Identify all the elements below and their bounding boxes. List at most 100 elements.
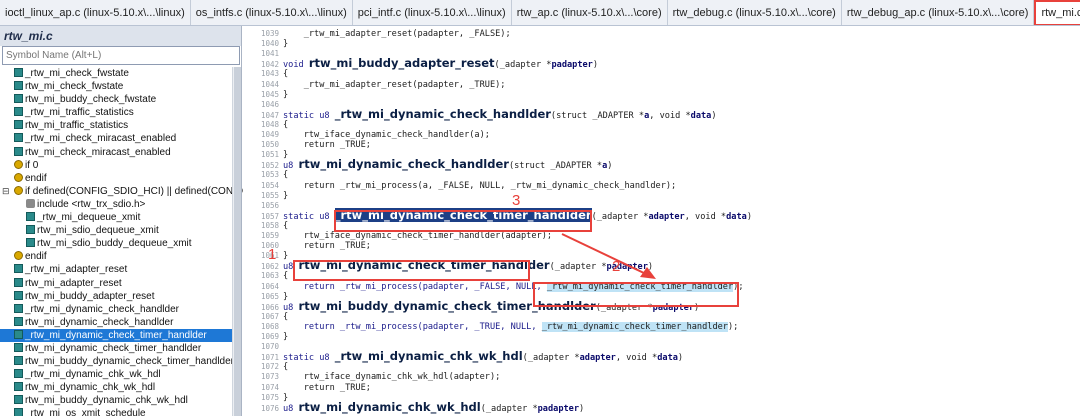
symbol-search-input[interactable] xyxy=(2,46,240,65)
code-params: , void * xyxy=(615,353,658,364)
function-name: _rtw_mi_dynamic_chk_wk_hdl xyxy=(334,349,523,364)
symbol-list-item[interactable]: rtw_mi_sdio_dequeue_xmit xyxy=(0,224,232,237)
symbol-list-item[interactable]: _rtw_mi_adapter_reset xyxy=(0,263,232,276)
code-prefix: u8 xyxy=(283,403,299,414)
symbol-label: rtw_mi_check_fwstate xyxy=(25,81,124,93)
symbol-list-item[interactable]: _rtw_mi_dynamic_check_handlder xyxy=(0,303,232,316)
symbol-label: endif xyxy=(25,172,47,184)
symbol-list-item[interactable]: _rtw_mi_check_miracast_enabled xyxy=(0,132,232,145)
symbol-label: _rtw_mi_check_fwstate xyxy=(25,68,129,79)
function-icon xyxy=(14,277,23,287)
annotation-box-1 xyxy=(293,260,530,281)
tab-0[interactable]: ioctl_linux_ap.c (linux-5.10.x\...\linux… xyxy=(0,0,191,25)
symbol-label: rtw_mi_traffic_statistics xyxy=(25,120,129,132)
param-name: data xyxy=(657,353,678,364)
tab-1[interactable]: os_intfs.c (linux-5.10.x\...\linux) xyxy=(190,0,353,25)
annotation-number-1: 1 xyxy=(268,246,277,263)
symbol-label: _rtw_mi_check_miracast_enabled xyxy=(25,133,177,145)
param-name: padapter xyxy=(551,60,593,71)
function-icon xyxy=(14,120,23,130)
symbol-list-item[interactable]: _rtw_mi_dynamic_chk_wk_hdl xyxy=(0,368,232,381)
tab-6[interactable]: rtw_mi.c (linux-5.10.x\...\core)× xyxy=(1034,0,1080,25)
tab-3[interactable]: rtw_ap.c (linux-5.10.x\...\core) xyxy=(511,0,668,25)
code-prefix: static u8 xyxy=(283,211,335,222)
highlighted-symbol: _rtw_mi_dynamic_check_timer_handlder xyxy=(541,321,728,332)
symbol-list-item[interactable]: _rtw_mi_dequeue_xmit xyxy=(0,211,232,224)
function-icon xyxy=(14,369,23,379)
symbol-list-item[interactable]: rtw_mi_buddy_dynamic_chk_wk_hdl xyxy=(0,394,232,407)
symbol-list-item[interactable]: rtw_mi_buddy_check_fwstate xyxy=(0,93,232,106)
symbol-list-item[interactable]: _rtw_mi_dynamic_check_timer_handlder xyxy=(0,328,232,342)
param-name: data xyxy=(726,211,747,222)
param-name: adapter xyxy=(579,353,616,364)
function-icon xyxy=(14,81,23,91)
code-prefix: return _rtw_mi_process(padapter, _FALSE,… xyxy=(283,281,547,292)
symbol-list-item[interactable]: _rtw_mi_check_fwstate xyxy=(0,67,232,80)
symbol-list-item[interactable]: rtw_mi_adapter_reset xyxy=(0,277,232,290)
symbol-label: rtw_mi_check_miracast_enabled xyxy=(25,146,171,158)
function-icon xyxy=(14,395,23,405)
code-params: (_adapter * xyxy=(522,353,580,364)
symbol-list-item[interactable]: if defined(CONFIG_SDIO_HCI) || defined(C… xyxy=(0,185,250,198)
code-suffix: ) xyxy=(711,110,717,121)
symbol-label: rtw_mi_dynamic_check_handlder xyxy=(25,316,174,328)
function-icon xyxy=(14,303,23,313)
symbol-list-item[interactable]: _rtw_mi_traffic_statistics xyxy=(0,106,232,119)
param-name: data xyxy=(690,110,712,121)
code-line: 1076 u8 rtw_mi_dynamic_chk_wk_hdl(_adapte… xyxy=(243,399,584,414)
code-text: } xyxy=(283,190,289,201)
function-icon xyxy=(14,94,23,104)
code-suffix: ) xyxy=(607,161,613,172)
code-prefix: return _rtw_mi_process(padapter, _TRUE, … xyxy=(283,321,542,332)
symbol-list-item[interactable]: rtw_mi_check_fwstate xyxy=(0,80,232,93)
symbol-list-item[interactable]: endif xyxy=(0,172,232,185)
line-number: 1076 xyxy=(260,403,279,413)
symbol-list-item[interactable]: if 0 xyxy=(0,159,232,172)
code-suffix: ) xyxy=(647,262,654,273)
symbol-label: endif xyxy=(25,251,47,263)
code-params: , void * xyxy=(649,110,691,121)
sidebar-scrollbar[interactable] xyxy=(232,67,241,416)
symbol-list-item[interactable]: rtw_mi_buddy_adapter_reset xyxy=(0,290,232,303)
symbol-list: _rtw_mi_check_fwstate rtw_mi_check_fwstat… xyxy=(0,67,250,416)
symbol-label: _rtw_mi_dynamic_chk_wk_hdl xyxy=(25,369,161,381)
function-name: rtw_mi_dynamic_chk_wk_hdl xyxy=(298,399,481,414)
code-text: _rtw_mi_adapter_reset(padapter, _TRUE); xyxy=(283,79,506,90)
function-icon xyxy=(14,290,23,300)
function-icon xyxy=(14,107,23,117)
symbol-label: if 0 xyxy=(25,159,39,171)
symbol-list-item[interactable]: rtw_mi_check_miracast_enabled xyxy=(0,146,232,159)
tab-2[interactable]: pci_intf.c (linux-5.10.x\...\linux) xyxy=(352,0,512,25)
symbol-list-item[interactable]: rtw_mi_buddy_dynamic_check_timer_handlde… xyxy=(0,355,234,368)
scrollbar-thumb[interactable] xyxy=(234,67,241,416)
symbol-label: rtw_mi_dynamic_chk_wk_hdl xyxy=(25,382,156,394)
symbol-list-item[interactable]: _rtw_mi_os_xmit_schedule xyxy=(0,407,232,416)
code-suffix: ) xyxy=(677,353,684,364)
function-icon xyxy=(14,68,23,77)
symbol-list-item[interactable]: rtw_mi_dynamic_check_handlder xyxy=(0,316,232,329)
symbol-label: rtw_mi_dynamic_check_timer_handlder xyxy=(25,342,202,354)
symbol-list-item[interactable]: rtw_mi_dynamic_chk_wk_hdl xyxy=(0,381,232,394)
tab-label: os_intfs.c (linux-5.10.x\...\linux) xyxy=(195,7,347,19)
symbol-label: rtw_mi_buddy_adapter_reset xyxy=(25,290,155,302)
code-params: (struct _ADAPTER * xyxy=(550,110,645,121)
code-line: 1071 static u8 _rtw_mi_dynamic_chk_wk_hdl… xyxy=(243,349,684,364)
function-icon xyxy=(26,238,35,248)
tab-5[interactable]: rtw_debug_ap.c (linux-5.10.x\...\core) xyxy=(841,0,1035,25)
function-icon xyxy=(14,264,23,274)
symbol-list-item[interactable]: include <rtw_trx_sdio.h> xyxy=(0,198,232,211)
symbol-list-item[interactable]: rtw_mi_traffic_statistics xyxy=(0,119,232,132)
code-params: (_adapter * xyxy=(591,211,649,222)
tab-4[interactable]: rtw_debug.c (linux-5.10.x\...\core) xyxy=(667,0,842,25)
preprocessor-icon xyxy=(14,185,23,195)
symbol-list-item[interactable]: rtw_mi_dynamic_check_timer_handlder xyxy=(0,342,232,355)
function-name: rtw_mi_dynamic_check_handlder xyxy=(298,157,509,172)
code-line: 1052 u8 rtw_mi_dynamic_check_handlder(str… xyxy=(243,157,613,172)
annotation-number-3: 3 xyxy=(512,192,521,209)
annotation-box-2 xyxy=(533,282,739,307)
tab-label: rtw_mi.c (linux-5.10.x\...\core) xyxy=(1041,7,1080,19)
preprocessor-icon xyxy=(14,159,23,169)
symbol-list-item[interactable]: endif xyxy=(0,250,232,263)
symbol-list-item[interactable]: rtw_mi_sdio_buddy_dequeue_xmit xyxy=(0,237,232,250)
code-params: (_adapter * xyxy=(549,262,607,273)
